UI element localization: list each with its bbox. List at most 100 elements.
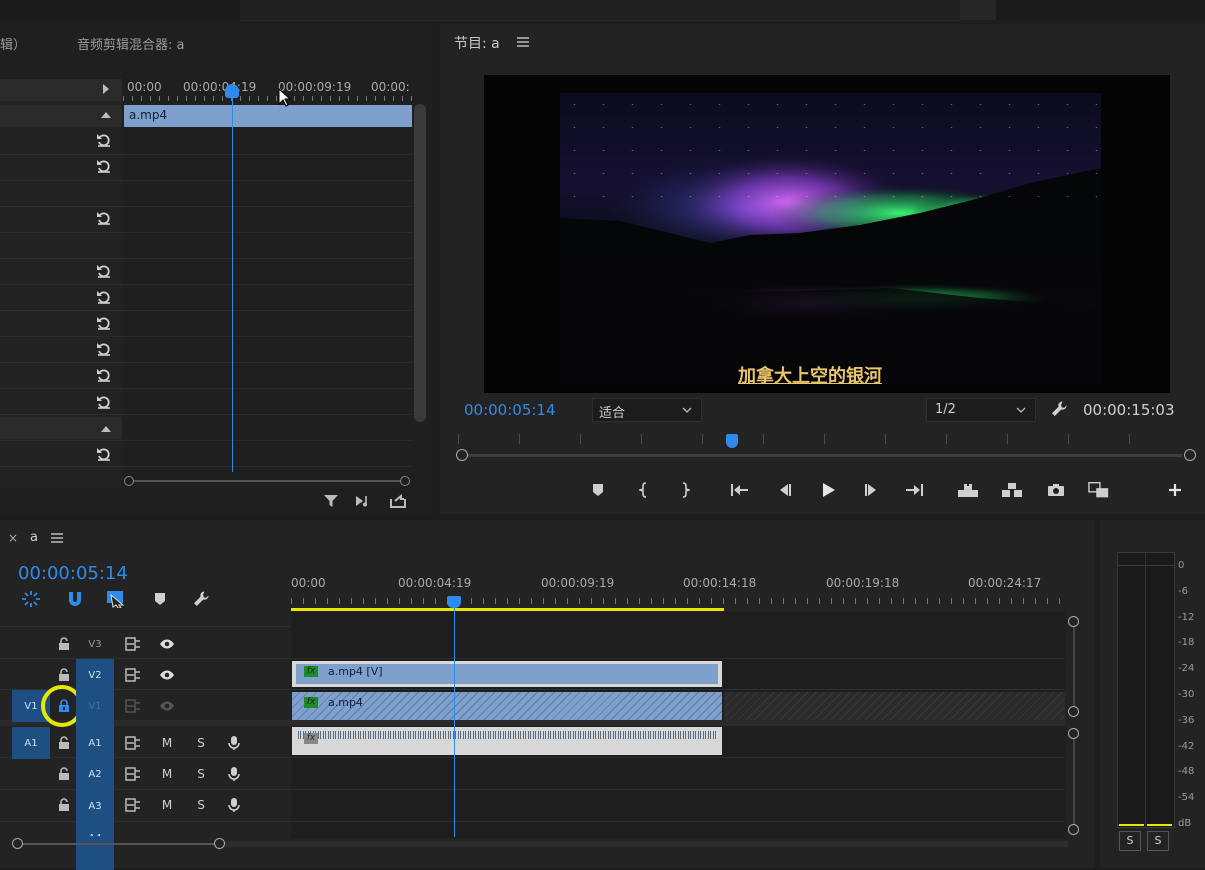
lift-button[interactable]	[957, 479, 979, 501]
solo-button[interactable]: S	[190, 794, 212, 816]
program-video-frame[interactable]: 加拿大上空的银河	[484, 75, 1170, 393]
sync-lock-icon[interactable]	[122, 794, 144, 816]
timeline-playhead[interactable]	[454, 602, 455, 837]
eye-icon[interactable]	[156, 633, 178, 655]
sync-lock-icon[interactable]	[122, 695, 144, 717]
reset-parameter-icon[interactable]	[96, 341, 112, 357]
sync-lock-icon[interactable]	[122, 732, 144, 754]
fit-dropdown[interactable]: 适合	[592, 398, 702, 422]
audio-tracks-scrollbar[interactable]	[1068, 728, 1080, 835]
source-clip[interactable]: a.mp4	[124, 105, 412, 127]
track-label-a1[interactable]: A1	[76, 727, 114, 759]
track-label-a2[interactable]: A2	[76, 758, 114, 790]
close-icon[interactable]: ×	[8, 531, 18, 545]
go-to-out-button[interactable]	[903, 479, 925, 501]
expand-arrow-icon[interactable]	[103, 84, 109, 94]
panel-tab-effect-controls[interactable]: 辑）	[0, 34, 26, 53]
comparison-view-button[interactable]	[1088, 479, 1110, 501]
track-label-v2[interactable]: V2	[76, 659, 114, 691]
track-label-v1[interactable]: V1	[76, 690, 114, 722]
step-back-button[interactable]	[773, 479, 795, 501]
track-label-a4[interactable]: A4	[76, 822, 114, 836]
clip-a1[interactable]: fx	[292, 727, 722, 755]
filter-icon[interactable]	[322, 492, 340, 510]
step-forward-button[interactable]	[861, 479, 883, 501]
track-label-a3[interactable]: A3	[76, 790, 114, 822]
panel-menu-icon[interactable]	[50, 531, 64, 545]
reset-parameter-icon[interactable]	[96, 263, 112, 279]
solo-button[interactable]: S	[190, 732, 212, 754]
source-patch-a1[interactable]: A1	[12, 727, 50, 759]
timeline-timecode[interactable]: 00:00:05:14	[18, 563, 128, 584]
reset-parameter-icon[interactable]	[96, 367, 112, 383]
microphone-icon[interactable]	[223, 794, 245, 816]
clip-v2[interactable]: fx a.mp4 [V]	[292, 661, 722, 687]
program-title[interactable]: 节目: a	[454, 33, 500, 53]
resolution-dropdown[interactable]: 1/2	[926, 398, 1036, 422]
lock-icon[interactable]	[53, 732, 75, 754]
work-area-bar[interactable]	[291, 608, 724, 611]
extract-button[interactable]	[1001, 479, 1023, 501]
mute-button[interactable]: M	[156, 763, 178, 785]
eye-icon[interactable]	[156, 664, 178, 686]
timeline-playhead-handle[interactable]	[447, 596, 461, 608]
track-label-v3[interactable]: V3	[76, 628, 114, 660]
sync-lock-icon[interactable]	[122, 633, 144, 655]
solo-right-button[interactable]: S	[1147, 831, 1169, 851]
timeline-ruler[interactable]: 00:00 00:00:04:19 00:00:09:19 00:00:14:1…	[291, 570, 1065, 610]
mark-out-button[interactable]	[674, 479, 696, 501]
collapse-arrow-icon[interactable]	[101, 426, 111, 432]
source-ruler[interactable]: 00:00 00:00:04:19 00:00:09:19 00:00:	[123, 78, 413, 104]
add-button[interactable]	[1164, 479, 1186, 501]
mark-in-button[interactable]	[633, 479, 655, 501]
sync-lock-icon[interactable]	[122, 763, 144, 785]
mute-button[interactable]: M	[156, 794, 178, 816]
wrench-icon[interactable]	[191, 589, 211, 609]
lock-icon[interactable]	[53, 633, 75, 655]
reset-parameter-icon[interactable]	[96, 289, 112, 305]
microphone-icon[interactable]	[223, 763, 245, 785]
nest-sequence-icon[interactable]	[20, 589, 42, 609]
reset-parameter-icon[interactable]	[96, 132, 112, 148]
source-playhead[interactable]	[232, 84, 233, 472]
lock-icon[interactable]	[53, 763, 75, 785]
reset-parameter-icon[interactable]	[96, 315, 112, 331]
eye-icon[interactable]	[156, 695, 178, 717]
go-to-in-button[interactable]	[729, 479, 751, 501]
reset-parameter-icon[interactable]	[96, 394, 112, 410]
reset-parameter-icon[interactable]	[96, 446, 112, 462]
linked-selection-icon[interactable]	[104, 589, 128, 609]
source-playhead-handle[interactable]	[225, 84, 239, 98]
clip-v1[interactable]: fx a.mp4	[292, 692, 722, 720]
solo-button[interactable]: S	[190, 763, 212, 785]
collapse-arrow-icon[interactable]	[101, 112, 111, 118]
timeline-horizontal-scrollbar[interactable]	[12, 838, 1072, 850]
wrench-icon[interactable]	[1049, 399, 1069, 419]
add-marker-button[interactable]	[587, 479, 609, 501]
mouse-cursor-icon	[278, 88, 292, 108]
ruler-label: 00:00:04:19	[398, 576, 472, 590]
program-current-timecode[interactable]: 00:00:05:14	[464, 401, 556, 419]
reset-parameter-icon[interactable]	[96, 210, 112, 226]
export-frame-button[interactable]	[1045, 479, 1067, 501]
solo-left-button[interactable]: S	[1119, 831, 1141, 851]
snap-magnet-icon[interactable]	[64, 589, 86, 609]
lock-icon[interactable]	[53, 664, 75, 686]
horizontal-scrollbar[interactable]	[124, 476, 410, 486]
play-button[interactable]	[817, 479, 839, 501]
mute-button[interactable]: M	[156, 732, 178, 754]
reset-parameter-icon[interactable]	[96, 158, 112, 174]
lock-icon[interactable]	[53, 794, 75, 816]
audio-clip-icon[interactable]	[354, 492, 374, 510]
microphone-icon[interactable]	[223, 732, 245, 754]
program-scrubber[interactable]	[456, 434, 1196, 461]
timeline-tab[interactable]: a	[30, 530, 38, 545]
sync-lock-icon[interactable]	[122, 664, 144, 686]
video-tracks-scrollbar[interactable]	[1068, 616, 1080, 717]
vertical-scrollbar[interactable]	[414, 104, 426, 422]
export-icon[interactable]	[388, 492, 408, 510]
panel-tab-audio-mixer[interactable]: 音频剪辑混合器: a	[77, 34, 184, 53]
add-marker-icon[interactable]	[151, 590, 169, 608]
program-playhead[interactable]	[726, 434, 738, 448]
panel-menu-icon[interactable]	[516, 35, 530, 49]
